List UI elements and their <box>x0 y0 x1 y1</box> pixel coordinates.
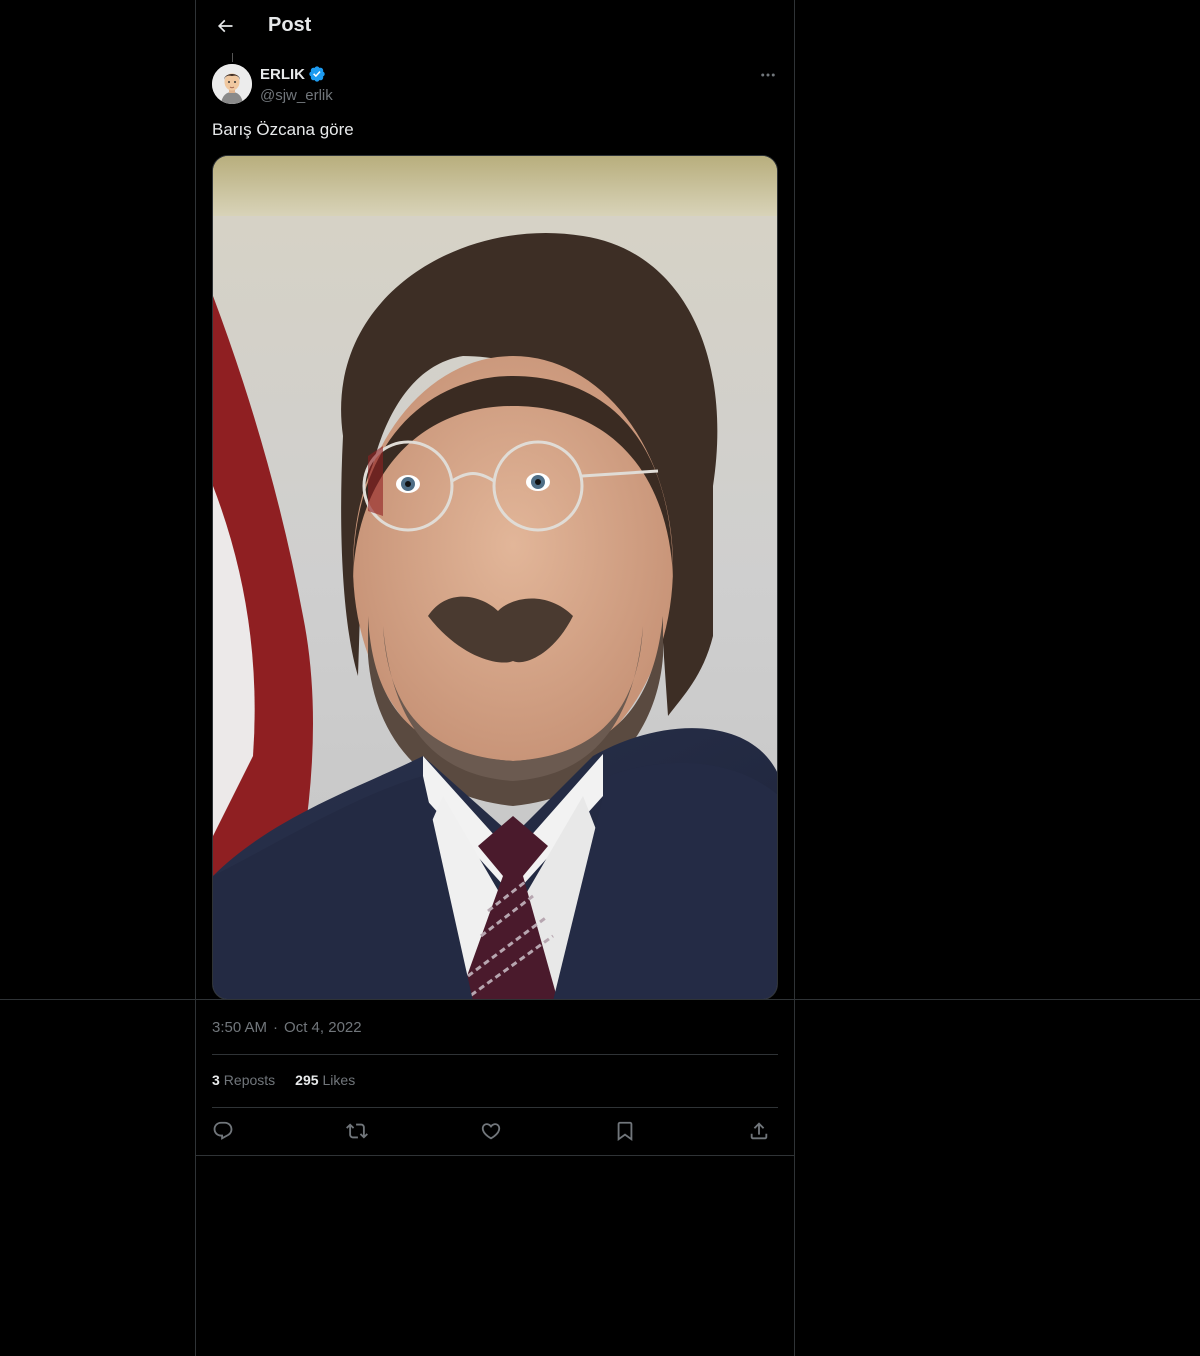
post-stats: 3 Reposts 295 Likes <box>212 1072 355 1088</box>
post-timestamp[interactable]: 3:50 AM · Oct 4, 2022 <box>212 1019 362 1036</box>
post-date[interactable]: Oct 4, 2022 <box>284 1019 362 1036</box>
likes-label: Likes <box>322 1072 356 1088</box>
post-time[interactable]: 3:50 AM <box>212 1019 267 1036</box>
author-name-row[interactable]: ERLIK <box>260 65 326 83</box>
author-display-name[interactable]: ERLIK <box>260 66 305 83</box>
main-column: Post ERLIK @sjw_erlik Barış Özcana göre … <box>195 0 795 1356</box>
avatar-image <box>212 64 252 104</box>
divider <box>212 1054 778 1055</box>
heart-icon <box>480 1120 502 1142</box>
more-horizontal-icon <box>759 66 777 84</box>
reply-button[interactable] <box>210 1118 236 1144</box>
back-button[interactable] <box>208 9 242 43</box>
repost-button[interactable] <box>344 1118 370 1144</box>
avatar[interactable] <box>212 64 252 104</box>
meta-separator: · <box>273 1019 279 1036</box>
post-media-image[interactable] <box>212 155 778 1000</box>
likes-count: 295 <box>295 1072 319 1088</box>
more-options-button[interactable] <box>756 63 780 87</box>
bookmark-button[interactable] <box>612 1118 638 1144</box>
author-handle[interactable]: @sjw_erlik <box>260 87 333 104</box>
arrow-left-icon <box>215 16 235 36</box>
bookmark-icon <box>614 1120 636 1142</box>
share-button[interactable] <box>746 1118 772 1144</box>
reposts-count: 3 <box>212 1072 220 1088</box>
divider <box>212 1107 778 1108</box>
reposts-stat[interactable]: 3 Reposts <box>212 1072 275 1088</box>
reposts-label: Reposts <box>223 1072 276 1088</box>
thread-line <box>232 53 233 62</box>
repost-icon <box>346 1120 368 1142</box>
header: Post <box>196 0 794 53</box>
like-button[interactable] <box>478 1118 504 1144</box>
post-bottom-border <box>196 1155 794 1156</box>
action-bar <box>212 1118 778 1144</box>
page-title: Post <box>268 14 312 36</box>
share-icon <box>748 1120 770 1142</box>
post-text: Barış Özcana göre <box>212 120 354 139</box>
reply-icon <box>212 1120 234 1142</box>
verified-badge-icon <box>308 65 326 83</box>
portrait-photo <box>213 156 777 999</box>
likes-stat[interactable]: 295 Likes <box>295 1072 355 1088</box>
